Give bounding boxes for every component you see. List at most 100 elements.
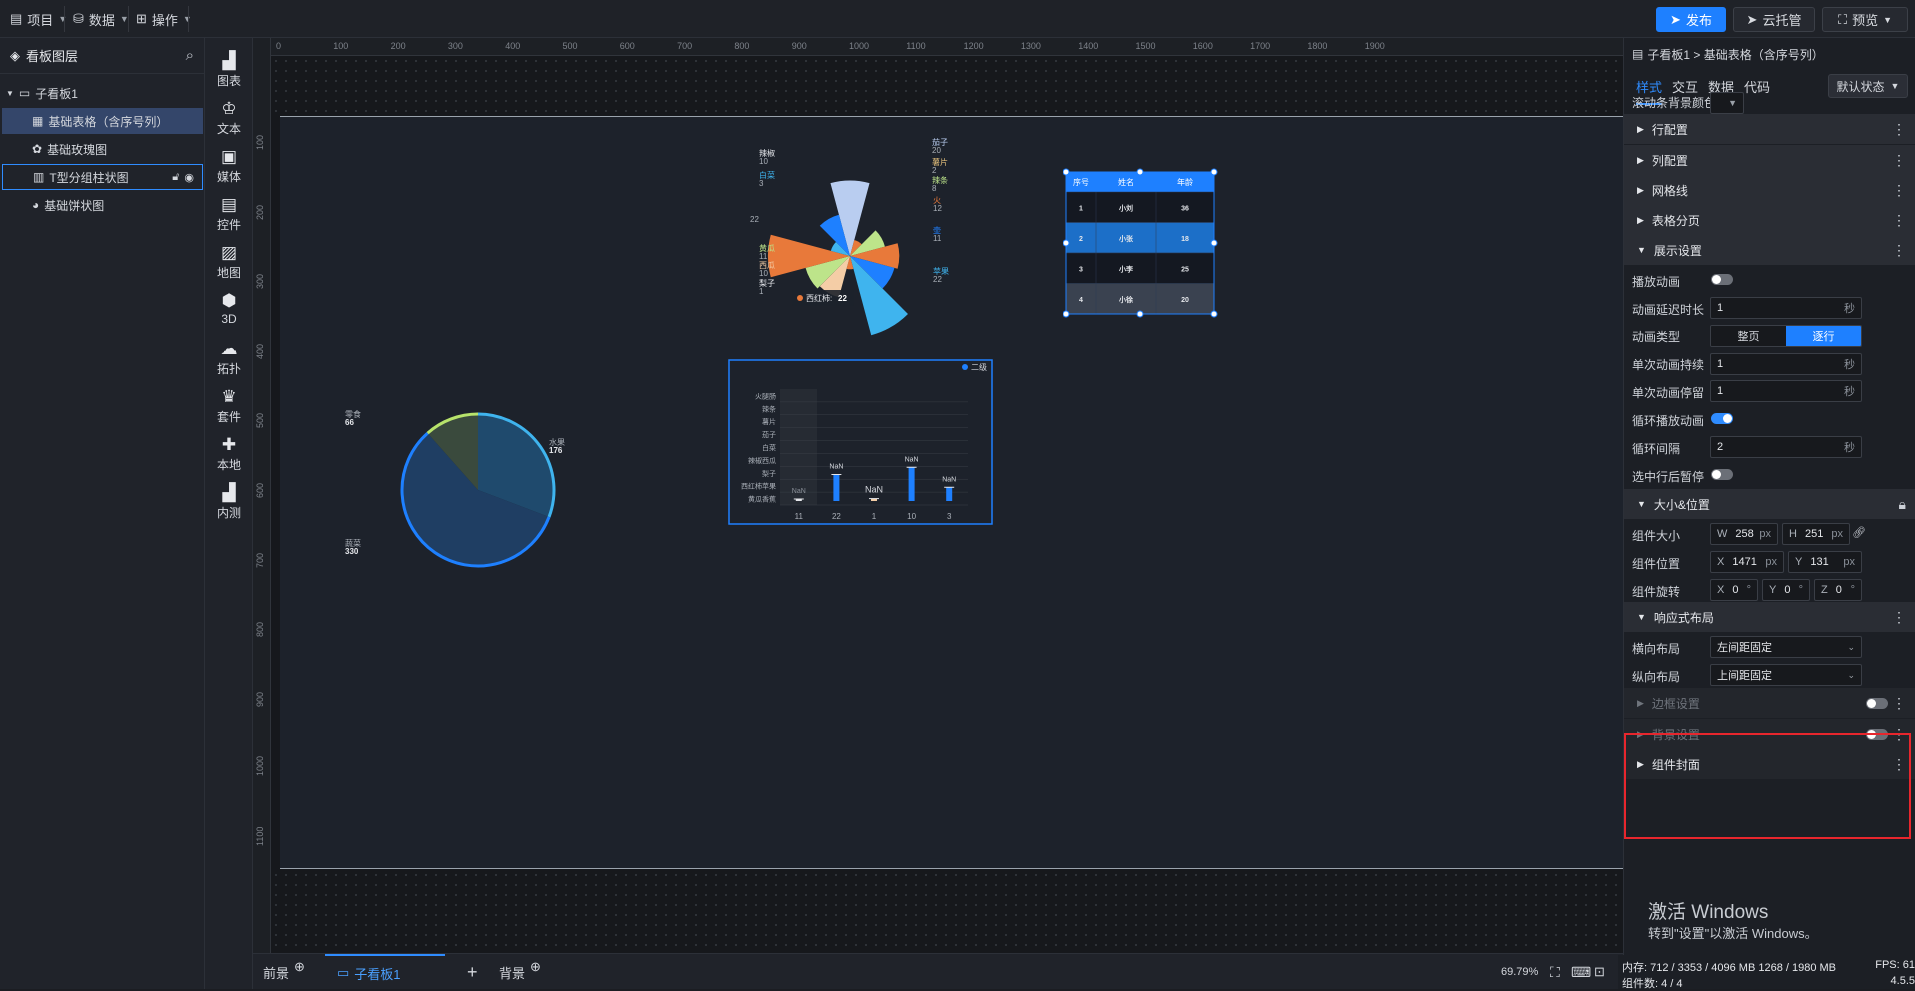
tab-background[interactable]: 背景 ⊕ (499, 954, 541, 990)
rotate-z-input[interactable]: Z 0 ° (1814, 579, 1862, 601)
canvas-area[interactable]: 0 100 200 300 400 500 600 700 800 900 1000 1100 1200… (253, 38, 1623, 953)
bar-data-label: NaN (829, 464, 843, 471)
bar[interactable] (833, 474, 840, 502)
preview-button[interactable]: ⛶ 预览 ▼ (1822, 7, 1908, 32)
unlock-icon[interactable]: 🔓︎ (172, 171, 179, 184)
table-row[interactable] (1065, 222, 1215, 254)
more-icon[interactable]: ⋮ (1892, 609, 1906, 626)
cloud-host-button[interactable]: ➤ 云托管 (1733, 7, 1815, 32)
section-row-config[interactable]: ▶ 行配置 ⋮ (1624, 114, 1915, 144)
iconbar-chart[interactable]: ▟ 图表 (205, 50, 253, 89)
more-icon[interactable]: ⋮ (1892, 242, 1906, 259)
height-input[interactable]: H 251 px (1782, 523, 1850, 545)
section-border[interactable]: ▶ 边框设置 ⋮ (1624, 688, 1915, 718)
layer-item-bar[interactable]: ▥ T型分组柱状图 🔓︎ ◉ (2, 164, 203, 190)
border-toggle[interactable] (1866, 698, 1888, 709)
pie-chart[interactable]: 零食66水果176蔬菜330 (333, 408, 623, 568)
section-responsive[interactable]: ▼ 响应式布局 ⋮ (1624, 602, 1915, 632)
iconbar-topology[interactable]: ☁ 拓扑 (205, 338, 253, 377)
section-size-position[interactable]: ▼ 大小&位置 🔒︎ (1624, 489, 1915, 519)
resize-handle[interactable] (1210, 310, 1218, 318)
x-input[interactable]: X 1471 px (1710, 551, 1784, 573)
bar[interactable] (908, 467, 915, 501)
search-icon[interactable]: ⌕ (186, 47, 194, 64)
menu-operation[interactable]: ⊞操作▼ (136, 8, 192, 30)
section-grid[interactable]: ▶ 网格线 ⋮ (1624, 175, 1915, 205)
state-select[interactable]: 默认状态 ▼ (1828, 74, 1908, 98)
width-input[interactable]: W 258 px (1710, 523, 1778, 545)
ruler-tick-label: 1900 (1364, 41, 1385, 51)
anim-type-row[interactable]: 逐行 (1786, 326, 1861, 346)
resize-handle[interactable] (1210, 168, 1218, 176)
more-icon[interactable]: ⋮ (1892, 695, 1906, 712)
iconbar-text[interactable]: ♔ 文本 (205, 98, 253, 137)
iconbar-local[interactable]: ✚ 本地 (205, 434, 253, 473)
scroll-bg-color-picker[interactable]: ▼ (1710, 92, 1744, 114)
tab-code[interactable]: 代码 (1744, 77, 1770, 96)
keyboard-icon[interactable]: ⌨ (1571, 954, 1591, 990)
section-paging[interactable]: ▶ 表格分页 ⋮ (1624, 205, 1915, 235)
fit-screen-icon[interactable]: ⛶ (1550, 954, 1560, 990)
add-circle-icon[interactable]: ⊕ (294, 959, 305, 975)
add-board-icon[interactable]: + (467, 954, 478, 990)
resize-handle[interactable] (1063, 168, 1070, 176)
lock-icon[interactable]: 🔒︎ (1899, 496, 1906, 513)
link-icon[interactable]: 🔗︎ (1852, 526, 1866, 539)
menu-data[interactable]: ⛁ 数据 ▼ (73, 8, 129, 30)
publish-button[interactable]: ➤ 发布 (1656, 7, 1726, 32)
single-pause-input[interactable]: 1秒 (1710, 380, 1862, 402)
resize-handle[interactable] (1063, 239, 1070, 247)
single-duration-input[interactable]: 1秒 (1710, 353, 1862, 375)
layer-item-rose[interactable]: ✿ 基础玫瑰图 (2, 136, 203, 162)
more-icon[interactable]: ⋮ (1892, 121, 1906, 138)
anim-type-segment[interactable]: 整页 逐行 (1710, 325, 1862, 347)
tab-foreground[interactable]: 前景 ⊕ (263, 954, 305, 990)
resize-handle[interactable] (1210, 239, 1218, 247)
more-icon[interactable]: ⋮ (1892, 212, 1906, 229)
rotate-x-input[interactable]: X 0 ° (1710, 579, 1758, 601)
resize-handle[interactable] (1136, 310, 1144, 318)
table-row[interactable] (1065, 191, 1215, 223)
eye-icon[interactable]: ◉ (184, 171, 194, 184)
table-row[interactable] (1065, 252, 1215, 284)
table-cell: 3 (1079, 266, 1083, 273)
bar[interactable] (946, 487, 953, 501)
iconbar-control[interactable]: ▤ 控件 (205, 194, 253, 233)
ruler-tick-label: 1100 (906, 41, 926, 51)
resize-handle[interactable] (1063, 310, 1070, 318)
iconbar-beta[interactable]: ▟ 内测 (205, 482, 253, 521)
layer-item-pie[interactable]: ◕ 基础饼状图 (2, 192, 203, 218)
tab-sub-board[interactable]: ▭ 子看板1 (325, 954, 445, 990)
caret-right-icon: ▶ (1637, 697, 1644, 708)
rose-chart[interactable]: 辣椒10白菜322黄瓜11西瓜10梨子1茄子20薯片2辣条8火12壶11苹果22… (750, 138, 970, 338)
tree-root-board[interactable]: ▼ ▭ 子看板1 (2, 80, 203, 106)
resize-handle[interactable] (1136, 168, 1144, 176)
iconbar-media[interactable]: ▣ 媒体 (205, 146, 253, 185)
menu-project[interactable]: ▤ 项目 ▼ (10, 8, 67, 30)
data-table[interactable]: 序号 姓名 年龄 1 小刘 36 2 小张 18 3 小李 25 4 小徐 20 (1063, 168, 1218, 318)
section-display[interactable]: ▼ 展示设置 ⋮ (1624, 235, 1915, 265)
zoom-level[interactable]: 69.79% (1501, 954, 1538, 990)
more-icon[interactable]: ⋮ (1892, 182, 1906, 199)
terminal-icon[interactable]: ⊡ (1594, 954, 1605, 990)
layer-item-table[interactable]: ▦ 基础表格（含序号列） (2, 108, 203, 134)
anim-type-page[interactable]: 整页 (1711, 326, 1786, 346)
iconbar-3d[interactable]: ⬢ 3D (205, 290, 253, 326)
play-anim-toggle[interactable] (1711, 274, 1733, 285)
vertical-layout-select[interactable]: 上间距固定 ⌄ (1710, 664, 1862, 686)
horizontal-layout-select[interactable]: 左间距固定 ⌄ (1710, 636, 1862, 658)
bar-chart[interactable]: 二级黄瓜香蕉 西红柿苹果 梨子 辣椒西瓜 白菜 茄子 薯片 辣条 火腿肠 11 NaN 22 NaN 1 N… (728, 359, 993, 525)
section-col-config[interactable]: ▶ 列配置 ⋮ (1624, 145, 1915, 175)
loop-interval-input[interactable]: 2秒 (1710, 436, 1862, 458)
pause-on-select-toggle[interactable] (1711, 469, 1733, 480)
more-icon[interactable]: ⋮ (1892, 152, 1906, 169)
y-input[interactable]: Y 131 px (1788, 551, 1862, 573)
iconbar-suite[interactable]: ♛ 套件 (205, 386, 253, 425)
loop-toggle[interactable] (1711, 413, 1733, 424)
anim-delay-input[interactable]: 1秒 (1710, 297, 1862, 319)
table-row[interactable] (1065, 283, 1215, 315)
iconbar-map[interactable]: ▨ 地图 (205, 242, 253, 281)
rotate-y-input[interactable]: Y 0 ° (1762, 579, 1810, 601)
add-circle-icon[interactable]: ⊕ (530, 959, 541, 975)
x-tick-label: 3 (947, 512, 952, 521)
